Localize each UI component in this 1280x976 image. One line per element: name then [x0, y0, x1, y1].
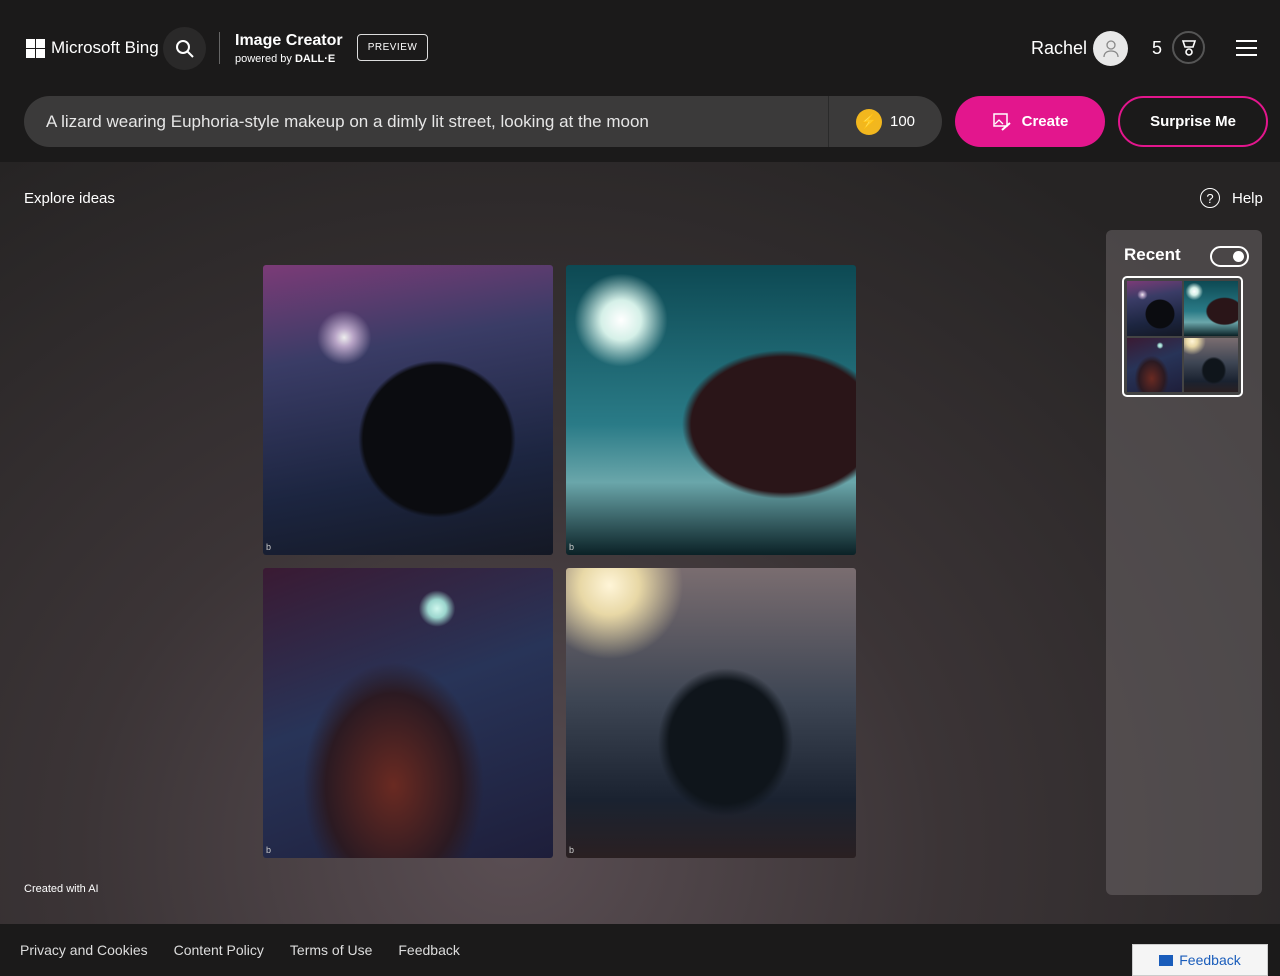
footer-link-feedback[interactable]: Feedback: [398, 942, 459, 958]
image-create-icon: [992, 112, 1011, 131]
bing-watermark: b: [266, 845, 272, 855]
boost-lightning-icon: ⚡: [855, 108, 882, 135]
recent-thumbnail[interactable]: [1122, 276, 1243, 397]
bing-watermark: b: [266, 542, 272, 552]
thumb-image-3: [1127, 337, 1182, 392]
boosts-count: 100: [889, 113, 916, 130]
preview-badge: PREVIEW: [357, 34, 428, 61]
help-link[interactable]: ? Help: [1200, 188, 1263, 208]
main-content: Explore ideas ? Help b b b b Created wit…: [0, 162, 1280, 924]
recent-title: Recent: [1124, 245, 1181, 264]
created-with-ai-note: Created with AI: [24, 883, 99, 895]
footer-link-terms[interactable]: Terms of Use: [290, 942, 372, 958]
generated-image-2[interactable]: b: [566, 265, 856, 555]
prompt-bar: A lizard wearing Euphoria-style makeup o…: [24, 96, 942, 147]
dalle-label: DALL·E: [294, 53, 336, 65]
avatar[interactable]: [1093, 31, 1128, 66]
recent-toggle[interactable]: [1210, 246, 1249, 267]
bing-logo[interactable]: Microsoft Bing: [26, 38, 159, 58]
thumb-image-1: [1127, 281, 1182, 336]
explore-ideas-link[interactable]: Explore ideas: [24, 190, 115, 207]
generated-image-4[interactable]: b: [566, 568, 856, 858]
brand-name: Microsoft Bing: [51, 38, 159, 57]
powered-by: powered by DALL·E: [235, 53, 335, 65]
microsoft-logo-icon: [26, 38, 45, 58]
create-button[interactable]: Create: [955, 96, 1105, 147]
footer: Privacy and Cookies Content Policy Terms…: [0, 924, 1280, 976]
user-icon: [1102, 39, 1119, 57]
recent-panel: Recent: [1106, 230, 1262, 895]
header: Microsoft Bing Image Creator powered by …: [0, 0, 1280, 162]
surprise-me-button[interactable]: Surprise Me: [1118, 96, 1268, 147]
trophy-icon: [1181, 39, 1196, 56]
powered-by-label: powered by: [235, 53, 292, 65]
create-label: Create: [1021, 113, 1069, 130]
feedback-button[interactable]: Feedback: [1132, 944, 1268, 976]
bing-watermark: b: [569, 845, 575, 855]
rewards-button[interactable]: [1172, 31, 1205, 64]
search-button[interactable]: [163, 27, 206, 70]
footer-link-content-policy[interactable]: Content Policy: [174, 942, 264, 958]
thumb-image-4: [1183, 337, 1238, 392]
prompt-input[interactable]: A lizard wearing Euphoria-style makeup o…: [24, 96, 829, 147]
user-name[interactable]: Rachel: [1031, 38, 1087, 59]
boosts-counter[interactable]: ⚡ 100: [829, 108, 942, 135]
divider: [219, 32, 220, 64]
footer-link-privacy[interactable]: Privacy and Cookies: [20, 942, 148, 958]
generated-image-3[interactable]: b: [263, 568, 553, 858]
thumb-image-2: [1183, 281, 1238, 336]
help-icon: ?: [1200, 188, 1220, 208]
reward-count: 5: [1152, 38, 1163, 58]
feedback-icon: [1159, 954, 1174, 966]
feedback-label: Feedback: [1179, 952, 1241, 968]
generated-images-grid: b b b b: [263, 265, 856, 858]
search-icon: [175, 39, 194, 58]
bing-watermark: b: [569, 542, 575, 552]
hamburger-menu-icon[interactable]: [1236, 40, 1257, 61]
help-label: Help: [1232, 189, 1263, 207]
app-title: Image Creator: [235, 32, 343, 49]
generated-image-1[interactable]: b: [263, 265, 553, 555]
